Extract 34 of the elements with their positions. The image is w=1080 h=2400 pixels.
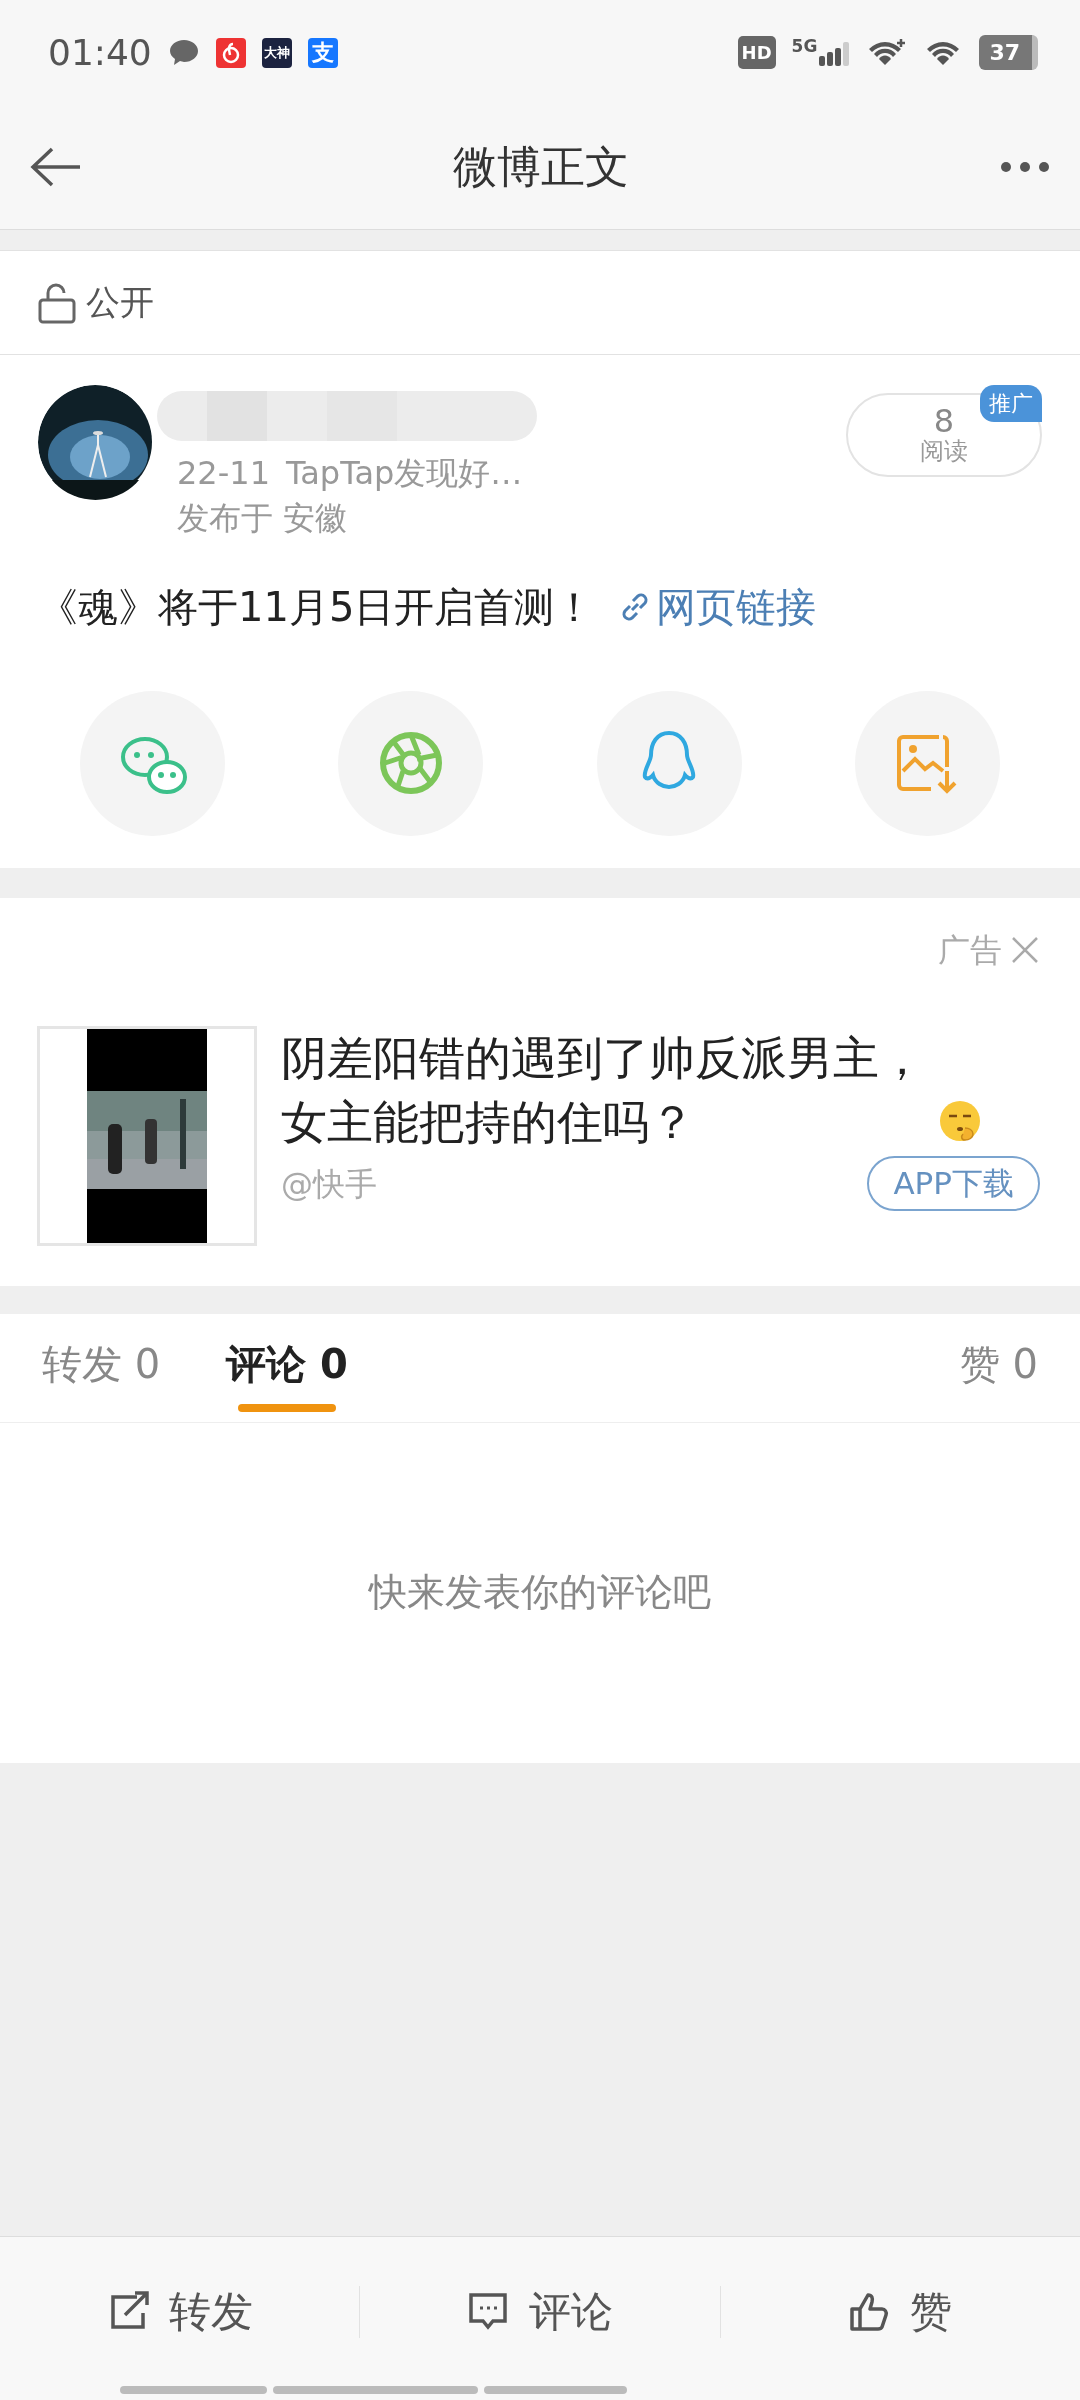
post-time: 22-11 xyxy=(177,453,270,494)
lock-icon xyxy=(38,281,78,324)
action-button[interactable]: 赞 xyxy=(720,2279,1080,2344)
visibility-label: 公开 xyxy=(86,281,154,324)
back-icon[interactable] xyxy=(30,147,82,187)
wifi-plus-icon xyxy=(867,38,908,67)
post-source: TapTap发现好… xyxy=(286,453,523,494)
read-label: 阅读 xyxy=(919,437,969,466)
network-type: 5G xyxy=(791,34,818,58)
action-button[interactable]: 评论 xyxy=(360,2279,720,2344)
close-icon[interactable] xyxy=(1010,934,1040,965)
more-icon[interactable] xyxy=(1000,161,1050,173)
post-text: 《魂》将于11月5日开启首测！ xyxy=(38,582,595,632)
status-time: 01:40 xyxy=(48,30,152,75)
read-count: 8 xyxy=(933,405,955,437)
music-app-icon xyxy=(215,37,246,68)
web-link[interactable]: 网页链接 xyxy=(618,576,817,637)
tab[interactable]: 评论 0 xyxy=(226,1313,348,1422)
battery-level: 37 xyxy=(979,35,1038,70)
action-button[interactable]: 转发 xyxy=(0,2279,360,2344)
hd-indicator: HD xyxy=(737,36,776,69)
empty-comments-message: 快来发表你的评论吧 xyxy=(369,1569,711,1617)
ad-title: 阴差阳错的遇到了帅反派男主，女主能把持的住吗？ xyxy=(281,1029,926,1151)
chat-bubble-icon xyxy=(167,37,200,68)
ad-label: 广告 xyxy=(938,929,1002,971)
advertiser: @快手 xyxy=(281,1163,377,1205)
app-icon: 大神 xyxy=(261,37,292,68)
promo-tag: 推广 xyxy=(980,385,1042,422)
tab[interactable]: 转发 0 xyxy=(42,1313,161,1422)
app-icon: 支 xyxy=(307,37,338,68)
signal-icon xyxy=(819,39,850,66)
page-title: 微博正文 xyxy=(452,140,630,194)
post-location: 发布于 安徽 xyxy=(177,497,349,539)
tab[interactable]: 赞 0 xyxy=(959,1313,1038,1422)
